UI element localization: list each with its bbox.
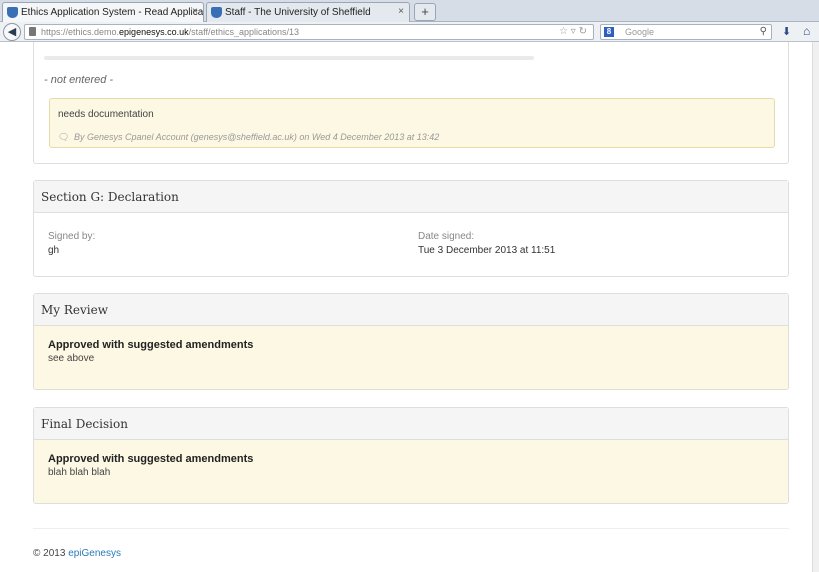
dropdown-icon[interactable]: ▿	[571, 26, 576, 37]
my-review-comment: see above	[48, 353, 95, 364]
tab-label: Staff - The University of Sheffield	[225, 7, 371, 18]
browser-nav-bar: ◀ https://ethics.demo.epigenesys.co.uk/s…	[0, 22, 819, 42]
download-icon[interactable]: ⬇	[782, 25, 791, 38]
comment-text: needs documentation	[58, 109, 154, 120]
home-icon[interactable]: ⌂	[803, 24, 810, 38]
url-prefix: https://ethics.demo.	[41, 27, 120, 37]
search-icon[interactable]: ⚲	[760, 25, 767, 39]
my-review-decision-box: Approved with suggested amendments see a…	[34, 326, 788, 389]
footer-epigenesys-link[interactable]: epiGenesys	[68, 548, 121, 559]
not-entered-value: - not entered -	[44, 74, 114, 86]
declaration-panel: Section G: Declaration Signed by: gh Dat…	[33, 180, 789, 277]
final-decision-panel: Final Decision Approved with suggested a…	[33, 407, 789, 504]
shield-favicon-icon	[7, 7, 18, 18]
browser-tab-bar: Ethics Application System - Read Applica…	[0, 0, 819, 22]
lock-icon	[29, 27, 36, 36]
final-decision-title: Final Decision	[34, 408, 788, 440]
close-tab-icon[interactable]: ×	[398, 6, 404, 17]
url-bar-icons: ☆ ▿ ↻	[559, 25, 587, 39]
date-signed-value: Tue 3 December 2013 at 11:51	[418, 245, 556, 256]
faint-divider	[44, 56, 534, 60]
search-placeholder: Google	[625, 27, 655, 37]
back-arrow-icon[interactable]: ◀	[3, 23, 21, 41]
tab-ethics-application[interactable]: Ethics Application System - Read Applica…	[2, 2, 204, 22]
date-signed-label: Date signed:	[418, 231, 475, 242]
footer: © 2013 epiGenesys	[33, 548, 121, 559]
shield-favicon-icon	[211, 7, 222, 18]
new-tab-button[interactable]: +	[414, 3, 436, 21]
reviewer-comment: needs documentation 🗨 By Genesys Cpanel …	[49, 98, 775, 148]
search-bar[interactable]: 8 Google ⚲	[600, 24, 772, 40]
final-decision-value: Approved with suggested amendments	[48, 453, 254, 465]
page-scrollbar[interactable]	[812, 42, 819, 572]
star-icon[interactable]: ☆	[559, 26, 568, 37]
my-review-decision: Approved with suggested amendments	[48, 339, 254, 351]
signed-by-value: gh	[48, 245, 60, 256]
my-review-title: My Review	[34, 294, 788, 326]
comment-meta-text: By Genesys Cpanel Account (genesys@sheff…	[73, 132, 440, 142]
url-domain: epigenesys.co.uk	[119, 27, 189, 37]
footer-divider	[33, 528, 789, 529]
url-path: /staff/ethics_applications/13	[188, 27, 299, 37]
tab-staff-sheffield[interactable]: Staff - The University of Sheffield ×	[206, 2, 410, 22]
comment-meta: 🗨 By Genesys Cpanel Account (genesys@she…	[58, 132, 439, 143]
search-engine-icon[interactable]: 8	[604, 27, 614, 37]
comment-bubble-icon: 🗨	[58, 132, 70, 142]
footer-copyright: © 2013	[33, 548, 66, 559]
previous-section-panel: - not entered - needs documentation 🗨 By…	[33, 42, 789, 164]
close-tab-icon[interactable]: ×	[192, 6, 198, 17]
signed-by-label: Signed by:	[48, 231, 96, 242]
url-bar[interactable]: https://ethics.demo.epigenesys.co.uk/sta…	[24, 24, 594, 40]
reload-icon[interactable]: ↻	[579, 26, 587, 37]
tab-label: Ethics Application System - Read Applica…	[21, 7, 204, 18]
declaration-title: Section G: Declaration	[34, 181, 788, 213]
my-review-panel: My Review Approved with suggested amendm…	[33, 293, 789, 390]
final-decision-box: Approved with suggested amendments blah …	[34, 440, 788, 503]
final-decision-comment: blah blah blah	[48, 467, 111, 478]
